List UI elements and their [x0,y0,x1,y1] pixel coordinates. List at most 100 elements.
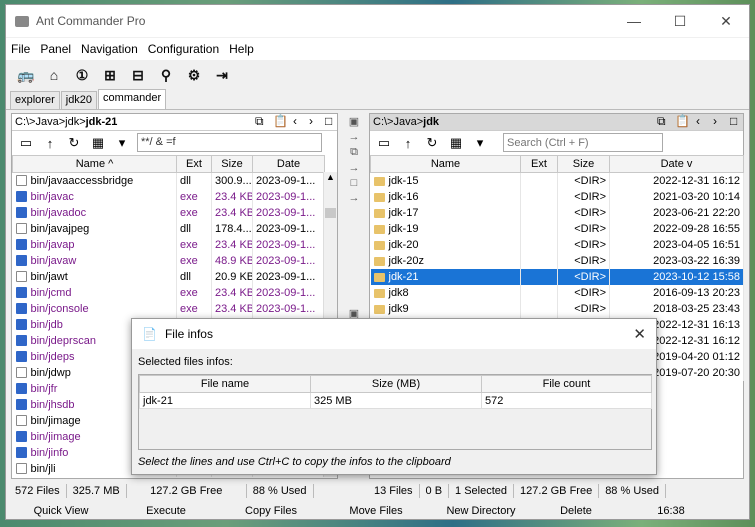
grid-icon[interactable]: ▦ [445,133,467,153]
left-status-bar: 572 Files 325.7 MB 127.2 GB Free 88 % Us… [9,482,314,500]
bus-icon[interactable]: 🚌 [13,63,39,87]
right-path-bar[interactable]: C:\>Java> jdk ⧉ 📋 ‹ › □ [370,114,743,131]
refresh-icon[interactable]: ↻ [63,133,85,153]
file-icon [15,366,27,378]
table-row[interactable]: jdk-20z <DIR> 2023-03-22 16:39 [370,252,744,269]
drive-icon[interactable]: ▭ [15,133,37,153]
copy-icon[interactable]: ⧉ [255,114,264,129]
table-row[interactable]: jdk8 <DIR> 2016-09-13 20:23 [370,284,744,301]
delete-button[interactable]: Delete [536,505,616,517]
table-row[interactable]: jdk-20 <DIR> 2023-04-05 16:51 [370,236,744,253]
paste-icon[interactable]: 📋 [675,114,690,128]
table-row[interactable]: bin/javac exe 23.4 KB 2023-09-1... [12,188,325,205]
forward-icon[interactable]: › [713,114,717,128]
col-ext[interactable]: Ext [520,155,558,173]
scroll-thumb[interactable] [325,208,336,218]
quick-view-button[interactable]: Quick View [6,505,116,517]
col-date[interactable]: Date [252,155,325,173]
close-icon[interactable]: ✕ [633,325,646,343]
menu-panel[interactable]: Panel [35,42,76,56]
paste-icon[interactable]: 📋 [273,114,288,128]
tab-commander[interactable]: commander [98,89,167,109]
search-input[interactable] [503,133,663,152]
col-name[interactable]: Name [370,155,521,173]
col-size[interactable]: Size [211,155,253,173]
col-size[interactable]: Size [557,155,610,173]
col-file-name[interactable]: File name [139,375,311,393]
copy-icon[interactable]: ⧉ [657,114,666,129]
one-icon[interactable]: ① [69,63,95,87]
scroll-up-icon[interactable]: ▲ [324,172,337,182]
table-row[interactable]: bin/javajpeg dll 178.4... 2023-09-1... [12,220,325,237]
table-row[interactable]: jdk-21 <DIR> 2023-10-12 15:58 [370,268,744,285]
col-name[interactable]: Name ^ [12,155,177,173]
table-row[interactable]: jdk-16 <DIR> 2021-03-20 10:14 [370,188,744,205]
table-row[interactable]: bin/jawt dll 20.9 KB 2023-09-1... [12,268,325,285]
back-icon[interactable]: ‹ [293,114,297,128]
table-row[interactable]: bin/jcmd exe 23.4 KB 2023-09-1... [12,284,325,301]
gear-icon[interactable]: ⚙ [181,63,207,87]
folder-icon [373,208,385,218]
copy-icon[interactable]: ⧉ [350,146,358,159]
up-arrow-icon[interactable]: ↑ [397,133,419,153]
new-directory-button[interactable]: New Directory [426,505,536,517]
filter-input[interactable]: **/ & =f [137,133,322,152]
minimize-icon[interactable]: — [611,5,657,37]
file-icon [15,414,27,426]
maximize-icon[interactable]: ☐ [657,5,703,37]
drive-icon[interactable]: ▭ [373,133,395,153]
bookmark-icon[interactable]: □ [325,114,332,128]
grid-icon[interactable]: ▦ [87,133,109,153]
refresh-icon[interactable]: ↻ [421,133,443,153]
copy-right-icon[interactable]: → [349,131,360,143]
menu-help[interactable]: Help [224,42,259,56]
status-file-count: 572 Files [9,484,67,498]
close-icon[interactable]: ✕ [703,5,749,37]
menu-configuration[interactable]: Configuration [143,42,224,56]
zoom-icon[interactable]: ⚲ [153,63,179,87]
chevron-down-icon[interactable]: ▾ [469,133,491,153]
table-row[interactable]: jdk-15 <DIR> 2022-12-31 16:12 [370,172,744,189]
table-row[interactable]: jdk-19 <DIR> 2022-09-28 16:55 [370,220,744,237]
tab-jdk20[interactable]: jdk20 [60,91,98,109]
file-name: bin/jcmd [30,286,72,299]
col-ext[interactable]: Ext [176,155,212,173]
col-date[interactable]: Date v [609,155,744,173]
cell-size: <DIR> [557,220,610,237]
home-icon[interactable]: ⌂ [41,63,67,87]
table-row[interactable]: jdk-21 325 MB 572 [139,392,652,409]
table-row[interactable]: bin/javaaccessbridge dll 300.9... 2023-09-1… [12,172,325,189]
plus-icon[interactable]: ⊞ [97,63,123,87]
bookmark-icon[interactable]: □ [730,114,737,128]
col-size-mb[interactable]: Size (MB) [310,375,482,393]
up-arrow-icon[interactable]: ↑ [39,133,61,153]
status-free: 127.2 GB Free [127,484,247,498]
minus-icon[interactable]: ⊟ [125,63,151,87]
move-icon[interactable]: □ [351,177,358,189]
menu-file[interactable]: File [6,42,35,56]
menu-navigation[interactable]: Navigation [76,42,143,56]
table-row[interactable]: jdk-17 <DIR> 2023-06-21 22:20 [370,204,744,221]
move-right-icon[interactable]: → [349,192,360,204]
table-row[interactable]: bin/javap exe 23.4 KB 2023-09-1... [12,236,325,253]
move-right-icon[interactable]: → [349,162,360,174]
move-files-button[interactable]: Move Files [326,505,426,517]
tab-explorer[interactable]: explorer [10,91,60,109]
exit-icon[interactable]: ⇥ [209,63,235,87]
execute-button[interactable]: Execute [116,505,216,517]
table-row[interactable]: bin/javadoc exe 23.4 KB 2023-09-1... [12,204,325,221]
dialog-title-bar: 📄 File infos [132,319,656,349]
clock: 16:38 [657,505,685,517]
screenshot-icon[interactable]: ▣ [349,115,359,128]
back-icon[interactable]: ‹ [696,114,700,128]
col-file-count[interactable]: File count [481,375,652,393]
cell-size: 23.4 KB [211,284,253,301]
forward-icon[interactable]: › [309,114,313,128]
copy-files-button[interactable]: Copy Files [216,505,326,517]
left-path-bar[interactable]: C:\>Java>jdk> jdk-21 ⧉ 📋 ‹ › □ [12,114,337,131]
table-row[interactable]: jdk9 <DIR> 2018-03-25 23:43 [370,300,744,317]
table-row[interactable]: bin/javaw exe 48.9 KB 2023-09-1... [12,252,325,269]
file-name: bin/jhsdb [30,398,75,411]
chevron-down-icon[interactable]: ▾ [111,133,133,153]
table-row[interactable]: bin/jconsole exe 23.4 KB 2023-09-1... [12,300,325,317]
